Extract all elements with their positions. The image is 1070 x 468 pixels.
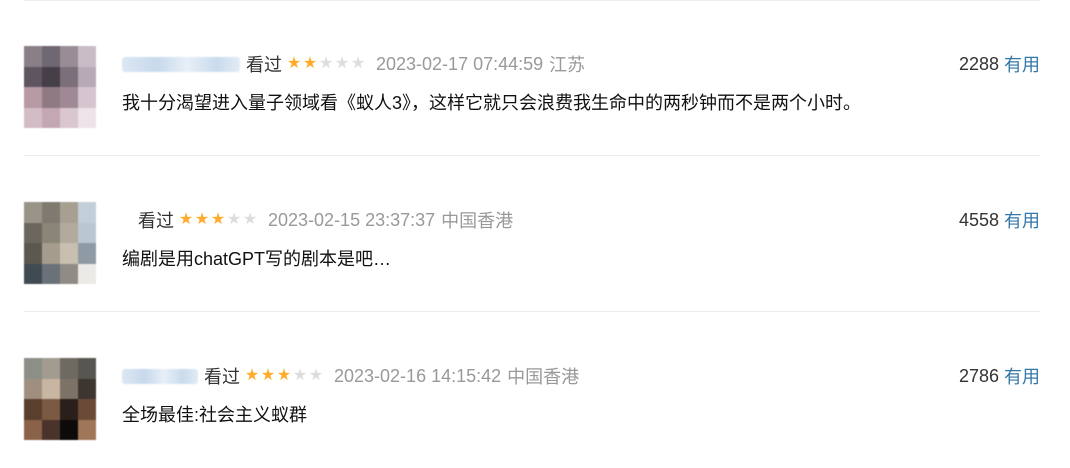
rating-stars: ★ ★ ★ ★ ★ [244,368,324,384]
star-empty-icon: ★ [318,55,334,72]
comment-text: 我十分渴望进入量子领域看《蚁人3》，这样它就只会浪费我生命中的两秒钟而不是两个小… [122,93,862,113]
vote-count: 2288 [958,53,999,74]
avatar[interactable] [24,202,96,284]
star-filled-icon: ★ [210,211,226,228]
comment-location: 中国香港 [441,211,514,231]
star-empty-icon: ★ [308,367,324,384]
star-empty-icon: ★ [350,55,366,72]
vote-area: 4558 有用 [959,206,1040,234]
star-filled-icon: ★ [194,211,210,228]
useful-button[interactable]: 有用 [1004,207,1040,233]
username-link[interactable] [122,56,240,72]
vote-count: 2786 [958,365,999,386]
watch-status: 看过 [204,367,240,387]
comment-time: 2023-02-17 07:44:59 [376,53,544,74]
comment-text: 全场最佳:社会主义蚁群 [122,405,307,425]
comment-item: 看过 ★ ★ ★ ★ ★ 2023-02-17 07:44:59 江苏 2288 有用 … [24,0,1040,156]
star-empty-icon: ★ [226,211,242,228]
rating-stars: ★ ★ ★ ★ ★ [178,212,258,228]
comment-item: 看过 ★ ★ ★ ★ ★ 2023-02-16 14:15:42 中国香港 2786 有… [24,312,1040,468]
star-filled-icon: ★ [302,55,318,72]
avatar[interactable] [24,358,96,440]
comment-time: 2023-02-16 14:15:42 [334,365,502,386]
username-link[interactable] [122,368,198,384]
vote-area: 2786 有用 [959,362,1040,390]
vote-area: 2288 有用 [959,50,1040,78]
comment-time: 2023-02-15 23:37:37 [268,209,436,230]
star-filled-icon: ★ [244,367,260,384]
comment-meta: 看过 ★ ★ ★ ★ ★ 2023-02-15 23:37:37 中国香港 [122,206,513,234]
rating-stars: ★ ★ ★ ★ ★ [286,56,366,72]
comment-item: 看过 ★ ★ ★ ★ ★ 2023-02-15 23:37:37 中国香港 4558 有… [24,156,1040,312]
comment-meta: 看过 ★ ★ ★ ★ ★ 2023-02-17 07:44:59 江苏 [122,50,585,78]
star-empty-icon: ★ [292,367,308,384]
comment-location: 中国香港 [507,367,580,387]
useful-button[interactable]: 有用 [1004,51,1040,77]
comment-meta: 看过 ★ ★ ★ ★ ★ 2023-02-16 14:15:42 中国香港 [122,362,579,390]
star-empty-icon: ★ [242,211,258,228]
watch-status: 看过 [138,211,174,231]
username-link[interactable] [122,213,132,228]
comment-text: 编剧是用chatGPT写的剧本是吧… [122,249,392,269]
watch-status: 看过 [246,55,282,75]
star-filled-icon: ★ [286,55,302,72]
star-empty-icon: ★ [334,55,350,72]
useful-button[interactable]: 有用 [1004,363,1040,389]
vote-count: 4558 [958,209,999,230]
star-filled-icon: ★ [260,367,276,384]
avatar[interactable] [24,46,96,128]
comment-location: 江苏 [549,55,586,75]
star-filled-icon: ★ [178,211,194,228]
star-filled-icon: ★ [276,367,292,384]
